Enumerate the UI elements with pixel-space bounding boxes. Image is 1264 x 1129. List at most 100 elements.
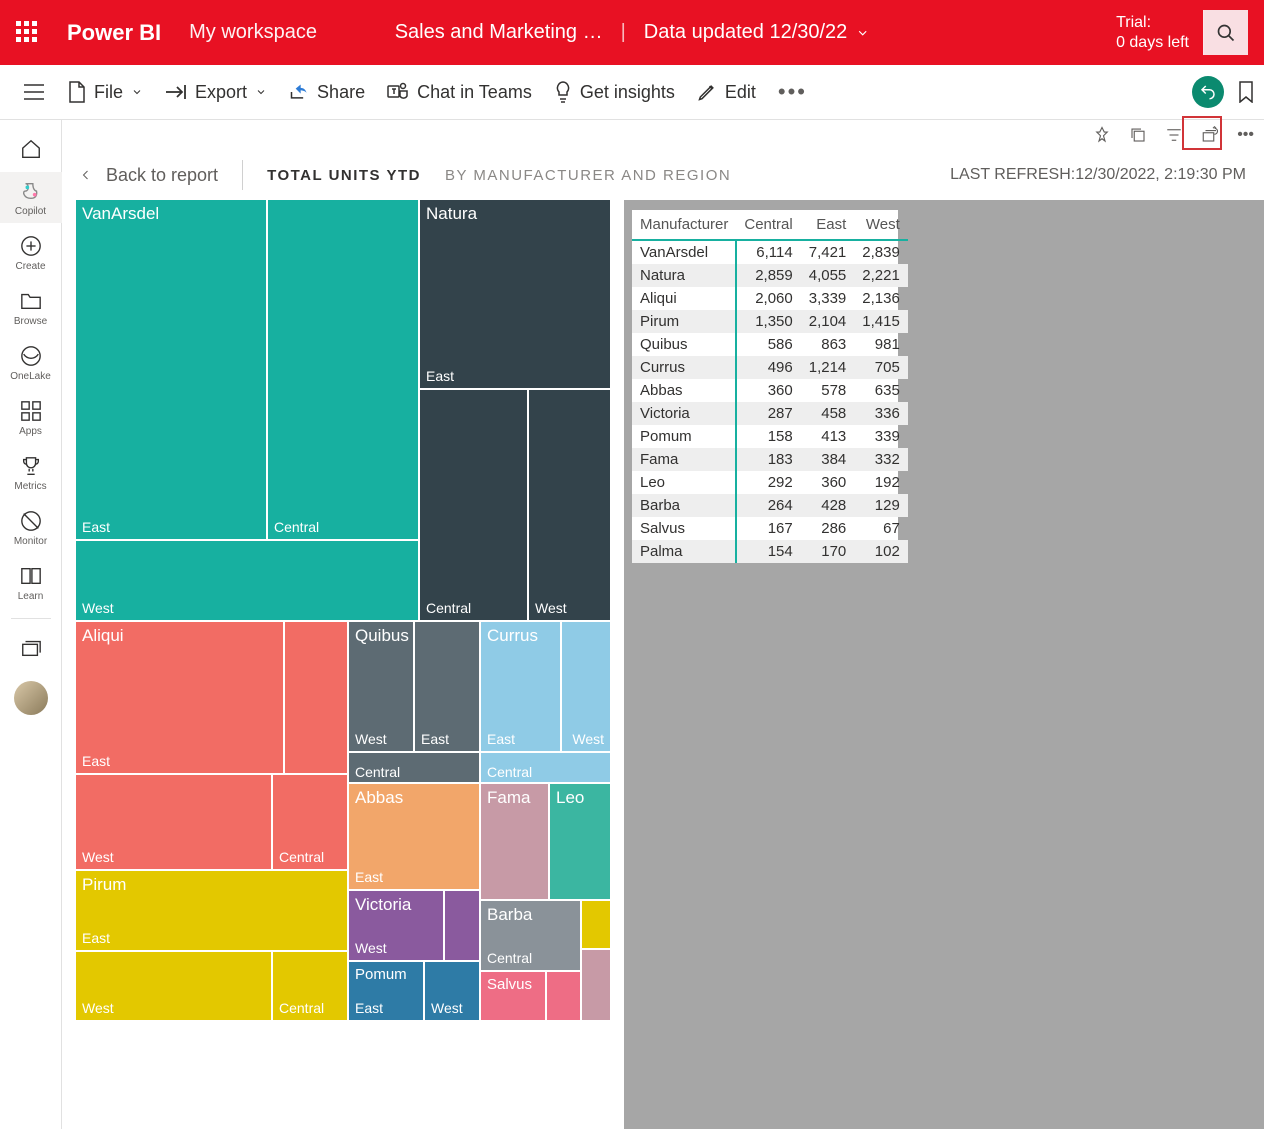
- tm-abbas-east[interactable]: Abbas East: [348, 783, 479, 889]
- tm-aliqui-extra[interactable]: [284, 621, 347, 773]
- table-row[interactable]: Aliqui2,0603,3392,136: [632, 287, 908, 310]
- reset-visual-button[interactable]: [1192, 76, 1224, 108]
- pin-icon[interactable]: [1093, 126, 1111, 144]
- tm-aliqui-east[interactable]: Aliqui East: [76, 621, 283, 773]
- table-row[interactable]: Victoria287458336: [632, 402, 908, 425]
- tm-vanarsdel-central[interactable]: Central: [268, 200, 418, 539]
- col-manufacturer[interactable]: Manufacturer: [632, 210, 736, 240]
- share-button[interactable]: Share: [289, 82, 365, 103]
- tm-currus-east[interactable]: Currus East: [480, 621, 560, 751]
- tm-quibus-west[interactable]: Quibus West: [348, 621, 413, 751]
- table-row[interactable]: Fama183384332: [632, 448, 908, 471]
- tm-aliqui-west[interactable]: West: [76, 774, 271, 869]
- data-table[interactable]: Manufacturer Central East West VanArsdel…: [632, 210, 898, 563]
- col-west[interactable]: West: [854, 210, 908, 240]
- table-row[interactable]: VanArsdel6,1147,4212,839: [632, 240, 908, 264]
- export-menu[interactable]: Export: [165, 82, 267, 103]
- table-row[interactable]: Leo292360192: [632, 471, 908, 494]
- nav-copilot[interactable]: Copilot: [0, 172, 62, 223]
- data-updated-dropdown[interactable]: Data updated 12/30/22: [644, 21, 870, 44]
- nav-create[interactable]: Create: [0, 227, 62, 278]
- nav-browse[interactable]: Browse: [0, 282, 62, 333]
- cell-central: 154: [736, 540, 800, 563]
- report-title[interactable]: Sales and Marketing …: [395, 21, 603, 44]
- tm-leo[interactable]: Leo: [549, 783, 610, 899]
- app-launcher-icon[interactable]: [16, 21, 39, 44]
- chevron-left-icon: [80, 166, 92, 184]
- table-row[interactable]: Quibus586863981: [632, 333, 908, 356]
- tm-quibus-central[interactable]: Central: [348, 752, 479, 782]
- filter-icon[interactable]: [1165, 126, 1183, 144]
- user-avatar[interactable]: [14, 681, 48, 715]
- tm-barba[interactable]: Barba Central: [480, 900, 580, 970]
- tm-pirum-west[interactable]: West: [76, 951, 271, 1020]
- tm-small-2[interactable]: [581, 949, 610, 1020]
- tm-vanarsdel-east[interactable]: VanArsdel East: [76, 200, 267, 539]
- more-options[interactable]: •••: [778, 79, 807, 105]
- tm-victoria[interactable]: Victoria West: [348, 890, 443, 960]
- cell-west: 102: [854, 540, 908, 563]
- table-row[interactable]: Abbas360578635: [632, 379, 908, 402]
- cell-west: 2,136: [854, 287, 908, 310]
- treemap-visual[interactable]: VanArsdel East Central West Natura East …: [76, 200, 610, 1020]
- trial-status[interactable]: Trial: 0 days left: [1116, 13, 1189, 53]
- product-name[interactable]: Power BI: [67, 20, 161, 46]
- visual-title: TOTAL UNITS YTD: [267, 167, 421, 184]
- table-row[interactable]: Barba264428129: [632, 494, 908, 517]
- tm-natura-central[interactable]: Central: [419, 389, 527, 620]
- tm-pomum-west[interactable]: West: [424, 961, 479, 1020]
- table-row[interactable]: Natura2,8594,0552,221: [632, 264, 908, 287]
- tm-natura-east[interactable]: Natura East: [419, 200, 610, 388]
- tm-fama[interactable]: Fama: [480, 783, 548, 899]
- tm-small-1[interactable]: [581, 900, 610, 948]
- tm-natura-west[interactable]: West: [528, 389, 610, 620]
- tm-pirum-east[interactable]: Pirum East: [76, 870, 347, 950]
- table-row[interactable]: Salvus16728667: [632, 517, 908, 540]
- chat-teams-button[interactable]: Chat in Teams: [387, 82, 532, 103]
- tm-salvus[interactable]: Salvus: [480, 971, 545, 1020]
- copy-icon[interactable]: [1129, 126, 1147, 144]
- workspace-link[interactable]: My workspace: [189, 21, 317, 44]
- file-menu[interactable]: File: [68, 81, 143, 103]
- tm-currus-central[interactable]: Central: [480, 752, 610, 782]
- nav-toggle[interactable]: [14, 72, 54, 112]
- nav-learn[interactable]: Learn: [0, 557, 62, 608]
- tm-vanarsdel-west[interactable]: West: [76, 540, 418, 620]
- tm-pirum-central[interactable]: Central: [272, 951, 347, 1020]
- nav-home[interactable]: [0, 130, 62, 168]
- col-east[interactable]: East: [801, 210, 855, 240]
- nav-metrics[interactable]: Metrics: [0, 447, 62, 498]
- tm-pomum[interactable]: Pomum East: [348, 961, 423, 1020]
- copilot-icon: [20, 180, 42, 202]
- tm-currus-west[interactable]: West: [561, 621, 610, 751]
- table-row[interactable]: Palma154170102: [632, 540, 908, 563]
- table-row[interactable]: Currus4961,214705: [632, 356, 908, 379]
- cell-east: 413: [801, 425, 855, 448]
- get-insights-button[interactable]: Get insights: [554, 81, 675, 103]
- share-icon: [289, 82, 309, 102]
- visual-more-options[interactable]: •••: [1237, 126, 1254, 144]
- nav-apps[interactable]: Apps: [0, 392, 62, 443]
- search-button[interactable]: [1203, 10, 1248, 55]
- cell-east: 3,339: [801, 287, 855, 310]
- tm-quibus-east[interactable]: East: [414, 621, 479, 751]
- back-to-report-link[interactable]: Back to report: [80, 165, 218, 186]
- edit-button[interactable]: Edit: [697, 82, 756, 103]
- tm-victoria-2[interactable]: [444, 890, 479, 960]
- cell-mfg: Natura: [632, 264, 736, 287]
- export-icon: [165, 83, 187, 101]
- nav-onelake[interactable]: OneLake: [0, 337, 62, 388]
- table-row[interactable]: Pomum158413339: [632, 425, 908, 448]
- nav-monitor[interactable]: Monitor: [0, 502, 62, 553]
- table-row[interactable]: Pirum1,3502,1041,415: [632, 310, 908, 333]
- cell-central: 586: [736, 333, 800, 356]
- lightbulb-icon: [554, 81, 572, 103]
- nav-workspaces[interactable]: [0, 629, 62, 667]
- col-central[interactable]: Central: [736, 210, 800, 240]
- tm-aliqui-central[interactable]: Central: [272, 774, 347, 869]
- cell-west: 192: [854, 471, 908, 494]
- bookmark-icon[interactable]: [1238, 81, 1254, 103]
- cell-west: 705: [854, 356, 908, 379]
- cell-mfg: Barba: [632, 494, 736, 517]
- tm-salvus-2[interactable]: [546, 971, 580, 1020]
